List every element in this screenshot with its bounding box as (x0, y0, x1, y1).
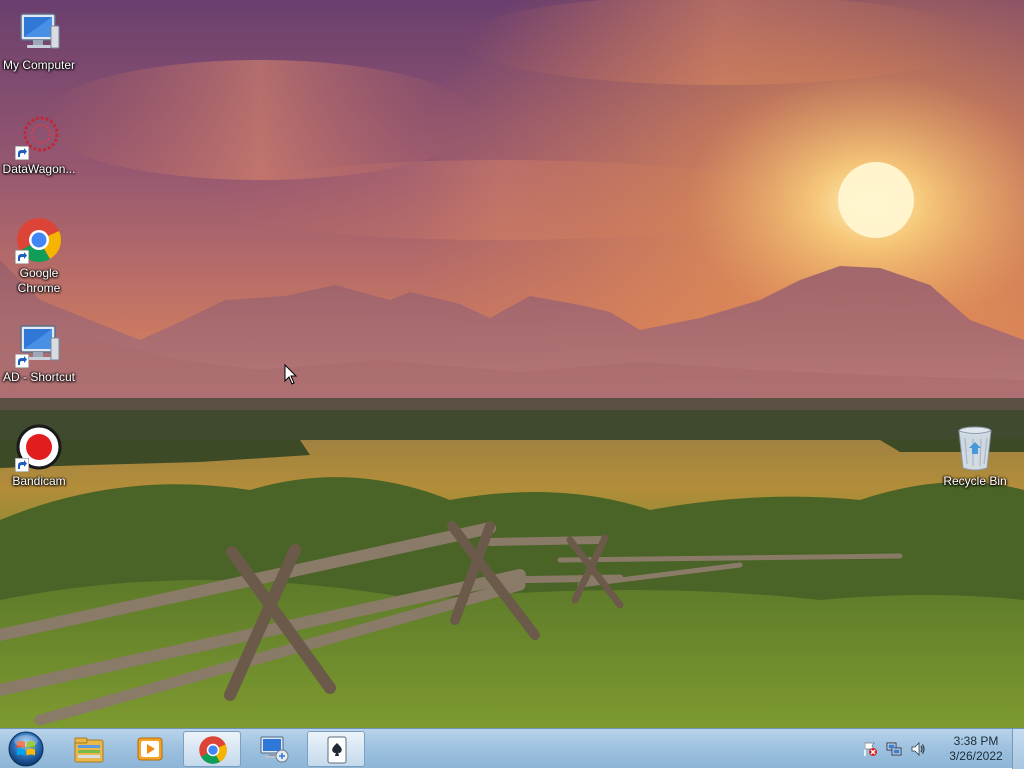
shortcut-arrow-icon (15, 250, 29, 264)
desktop-icon-ad-shortcut[interactable]: AD - Shortcut (0, 320, 78, 385)
desktop-icon-label: AD - Shortcut (2, 370, 76, 384)
desktop-icon-label: My Computer (2, 58, 76, 72)
shortcut-arrow-icon (15, 458, 29, 472)
recycle-bin-icon (958, 426, 992, 471)
taskbar-remote-desktop[interactable] (245, 731, 303, 767)
windows-logo-icon (8, 731, 44, 767)
start-button[interactable] (4, 730, 48, 768)
desktop-icon-recycle-bin[interactable]: Recycle Bin (936, 424, 1014, 489)
mouse-pointer-icon (284, 364, 298, 385)
desktop[interactable]: My Computer DataWagon... Google Chrome A… (0, 0, 1024, 728)
clock-date: 3/26/2022 (949, 749, 1003, 763)
file-explorer-icon (74, 737, 104, 763)
system-tray: 3:38 PM 3/26/2022 (860, 729, 1010, 769)
volume-icon[interactable] (910, 741, 926, 757)
wallpaper-image (0, 0, 1024, 728)
desktop-icon-datawagon[interactable]: DataWagon... (0, 112, 78, 177)
desktop-icon-label: Google Chrome (17, 266, 61, 295)
shortcut-arrow-icon (15, 354, 29, 368)
taskbar-clock[interactable]: 3:38 PM 3/26/2022 (942, 734, 1010, 764)
action-center-flag-icon[interactable] (862, 741, 878, 757)
chrome-icon (199, 736, 227, 764)
taskbar: 3:38 PM 3/26/2022 (0, 728, 1024, 769)
shortcut-arrow-icon (15, 146, 29, 160)
taskbar-solitaire[interactable] (307, 731, 365, 767)
computer-icon (20, 13, 60, 49)
desktop-icon-label: DataWagon... (2, 162, 76, 176)
desktop-icon-my-computer[interactable]: My Computer (0, 8, 78, 73)
solitaire-icon (327, 736, 347, 764)
remote-desktop-icon (260, 736, 289, 763)
taskbar-file-explorer[interactable] (60, 731, 118, 767)
show-desktop-button[interactable] (1012, 729, 1024, 769)
network-icon[interactable] (886, 741, 902, 757)
desktop-icon-label: Recycle Bin (943, 474, 1007, 488)
desktop-icon-bandicam[interactable]: Bandicam (0, 424, 78, 489)
desktop-icon-label: Bandicam (12, 474, 66, 488)
taskbar-media-player[interactable] (121, 731, 179, 767)
taskbar-google-chrome[interactable] (183, 731, 241, 767)
desktop-icon-google-chrome[interactable]: Google Chrome (0, 216, 78, 296)
media-player-icon (137, 737, 163, 761)
clock-time: 3:38 PM (953, 734, 999, 748)
